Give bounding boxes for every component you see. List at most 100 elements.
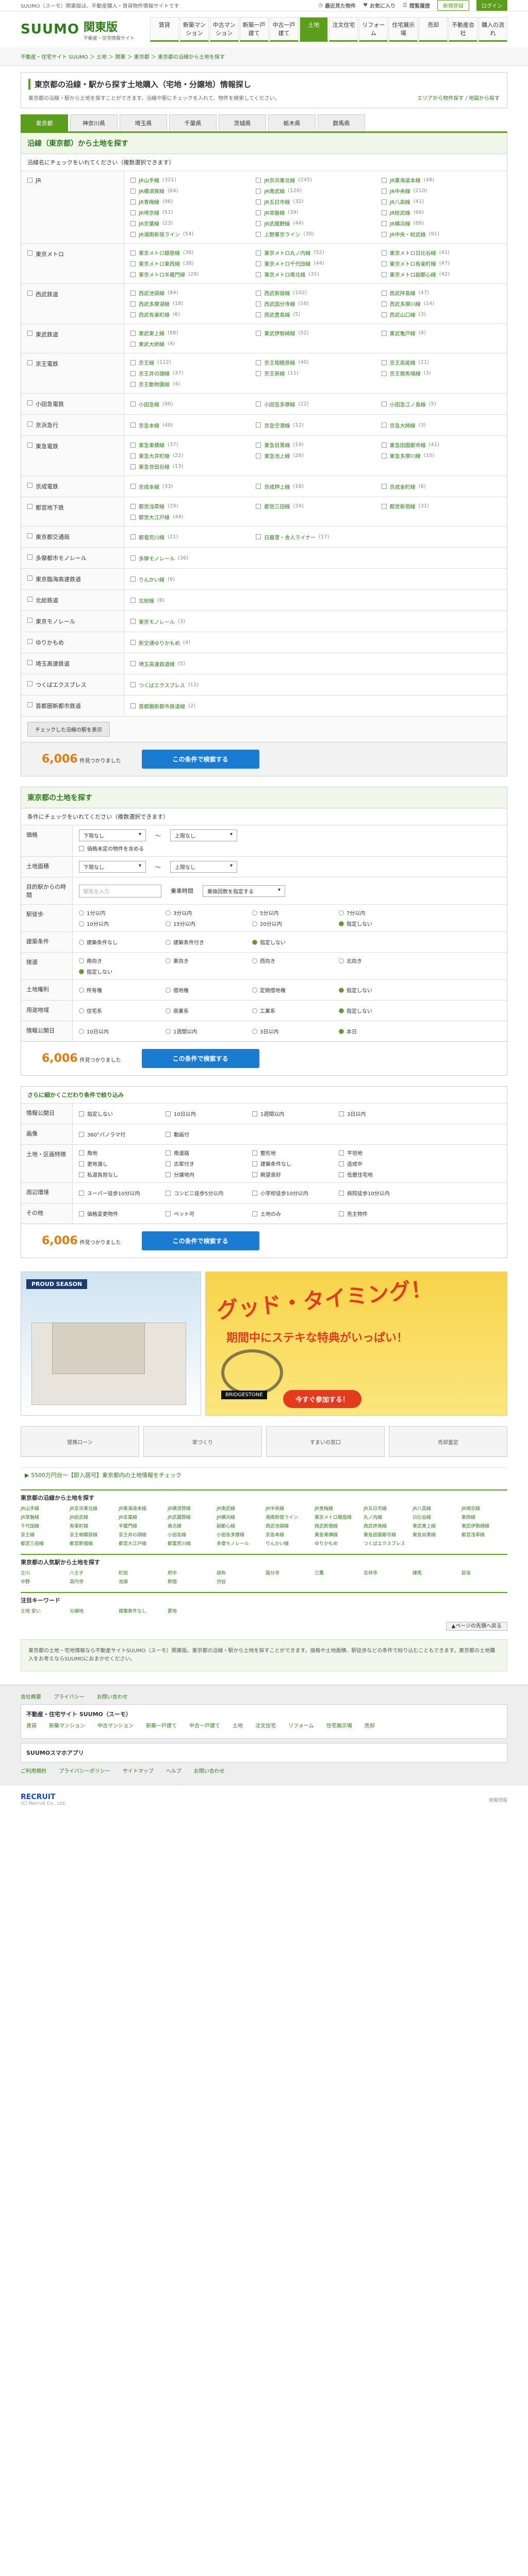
checkbox[interactable]	[27, 250, 32, 256]
popular-station-link[interactable]: 八王子	[70, 1569, 116, 1576]
checkbox[interactable]	[381, 301, 387, 307]
checkbox[interactable]	[256, 290, 261, 296]
station-name-input[interactable]: 駅名を入力	[79, 884, 161, 897]
checkbox[interactable]	[339, 1161, 344, 1166]
condition-checkbox-item[interactable]: 360°パノラマ付	[79, 1130, 156, 1138]
line-item[interactable]: 京急本線 (48)	[130, 420, 250, 430]
line-company[interactable]: 東京都交通局	[21, 527, 124, 547]
recruit-logo[interactable]: RECRUIT	[21, 1793, 66, 1801]
radio-button[interactable]	[79, 921, 84, 926]
area-min-select[interactable]: 下限なし ▾	[79, 861, 146, 873]
small-banner[interactable]: すまいの窓口	[266, 1426, 385, 1457]
line-item[interactable]: 西武池袋線 (84)	[130, 289, 250, 297]
checkbox[interactable]	[166, 1150, 171, 1156]
station-link[interactable]: JR五日市線	[364, 1505, 409, 1512]
checkbox[interactable]	[130, 464, 136, 469]
line-item[interactable]: 東急東横線 (37)	[130, 441, 250, 449]
line-company[interactable]: つくばエクスプレス	[21, 674, 124, 695]
radio-option[interactable]: 工業系	[252, 1007, 329, 1014]
line-item[interactable]: 京王線 (112)	[130, 359, 250, 366]
area-max-select[interactable]: 上限なし ▾	[170, 861, 237, 873]
checkbox[interactable]	[27, 618, 32, 623]
station-link[interactable]: 都営新宿線	[70, 1540, 116, 1547]
station-link[interactable]: 都電荒川線	[168, 1540, 213, 1547]
station-link[interactable]: JR山手線	[21, 1505, 67, 1512]
condition-checkbox-item[interactable]: 角地	[79, 1149, 156, 1157]
checkbox[interactable]	[130, 177, 136, 183]
checkbox[interactable]	[256, 360, 261, 365]
nav-item[interactable]: 新築一戸建て	[239, 17, 269, 42]
line-item[interactable]: JR京浜東北線 (245)	[256, 176, 375, 184]
breadcrumb[interactable]: 不動産・住宅サイト SUUMO ＞ 土地 ＞ 関東 ＞ 東京都 ＞ 東京都の沿線…	[0, 47, 528, 66]
checkbox[interactable]	[339, 1211, 344, 1216]
checkbox[interactable]	[256, 534, 261, 539]
line-item[interactable]: 京成押上線 (16)	[256, 481, 375, 492]
checkbox[interactable]	[130, 261, 136, 266]
checkbox[interactable]	[130, 661, 136, 666]
more-search-button[interactable]: この条件で検索する	[141, 1231, 259, 1250]
line-item[interactable]: 東京メトロ丸ノ内線 (52)	[256, 249, 375, 257]
keyword-link[interactable]: 更地	[168, 1607, 213, 1614]
condition-checkbox-item[interactable]: 小学校徒歩10分以内	[252, 1189, 329, 1197]
line-company[interactable]: 小田急電鉄	[21, 394, 124, 414]
checkbox[interactable]	[27, 400, 32, 405]
radio-button[interactable]	[252, 1008, 257, 1013]
line-search-button[interactable]: この条件で検索する	[141, 750, 259, 769]
line-company[interactable]: 埼玉高速鉄道	[21, 653, 124, 674]
checkbox[interactable]	[79, 845, 84, 851]
line-item[interactable]: JR横須賀線 (64)	[130, 187, 250, 195]
footer-bottom-link[interactable]: お問い合わせ	[194, 1767, 225, 1774]
checkbox[interactable]	[130, 401, 136, 406]
condition-checkbox-item[interactable]: 更地渡し	[79, 1160, 156, 1167]
checkbox[interactable]	[381, 422, 387, 428]
line-item[interactable]: 東武大師線 (4)	[130, 340, 250, 348]
line-item[interactable]: 東京メトロ副都心線 (42)	[381, 270, 501, 278]
line-company[interactable]: 北総鉄道	[21, 590, 124, 611]
condition-checkbox-item[interactable]: 私道負担なし	[79, 1171, 156, 1178]
radio-option[interactable]: 15分以内	[166, 920, 243, 927]
station-link[interactable]: JR総武線	[70, 1514, 116, 1520]
checkbox[interactable]	[130, 231, 136, 237]
line-item[interactable]: 西武多摩川線 (14)	[381, 300, 501, 308]
station-link[interactable]: JR青梅線	[315, 1505, 360, 1512]
footer-service-link[interactable]: 賃貸	[26, 1721, 37, 1729]
line-item[interactable]: 新交通ゆりかもめ (4)	[130, 637, 250, 648]
nav-item[interactable]: 不動産会社	[449, 17, 478, 42]
nav-item[interactable]: 中古マンション	[209, 17, 239, 42]
radio-button[interactable]	[79, 958, 84, 963]
checkbox[interactable]	[381, 210, 387, 215]
line-item[interactable]: 西武豊島線 (5)	[256, 311, 375, 318]
checkbox[interactable]	[130, 555, 136, 561]
checkbox[interactable]	[166, 1190, 171, 1196]
radio-option[interactable]: 東向き	[166, 957, 243, 964]
checkbox[interactable]	[79, 1211, 84, 1216]
station-link[interactable]: 東武伊勢崎線	[461, 1522, 507, 1529]
radio-option[interactable]: 住宅系	[79, 1007, 156, 1014]
line-company[interactable]: 首都圏新都市鉄道	[21, 696, 124, 716]
line-company[interactable]: JR	[21, 171, 124, 243]
nav-item[interactable]: 中古一戸建て	[269, 17, 299, 42]
footer-service-link[interactable]: 売却	[365, 1721, 375, 1729]
region-tab[interactable]: 千葉県	[169, 114, 217, 131]
campaign-banner[interactable]: グッド・タイミング！ 期間中にステキな特典がいっぱい！ BRIDGESTONE …	[205, 1272, 507, 1416]
line-item[interactable]: 東急目黒線 (19)	[256, 441, 375, 449]
line-item[interactable]: 京急空港線 (12)	[256, 420, 375, 430]
line-company[interactable]: 京浜急行	[21, 415, 124, 435]
line-company[interactable]: 東京メトロ	[21, 244, 124, 283]
checkbox[interactable]	[27, 575, 32, 581]
checkbox[interactable]	[27, 681, 32, 686]
checkbox[interactable]	[256, 401, 261, 406]
checkbox[interactable]	[130, 360, 136, 365]
radio-option[interactable]: 10日以内	[79, 1027, 156, 1035]
line-item[interactable]: JR埼京線 (51)	[130, 209, 250, 216]
checkbox[interactable]	[256, 484, 261, 489]
footer-bottom-link[interactable]: プライバシーポリシー	[59, 1767, 110, 1774]
checkbox[interactable]	[339, 1150, 344, 1156]
price-max-select[interactable]: 上限なし ▾	[170, 829, 237, 841]
radio-button[interactable]	[166, 1008, 171, 1013]
station-link[interactable]: 京急本線	[266, 1531, 311, 1538]
checkbox[interactable]	[252, 1190, 257, 1196]
radio-button[interactable]	[166, 987, 171, 993]
checkbox[interactable]	[381, 199, 387, 205]
line-item[interactable]: 京王相模原線 (40)	[256, 359, 375, 366]
